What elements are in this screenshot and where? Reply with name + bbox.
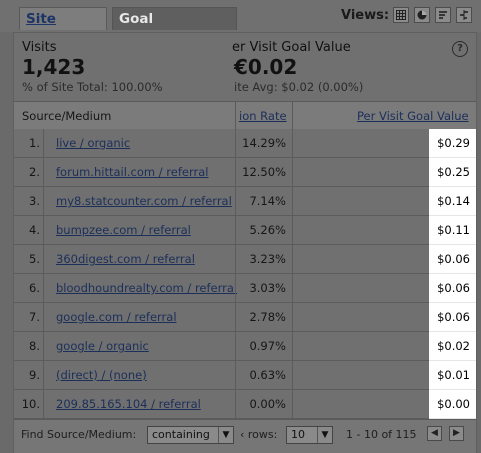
- row-number: 3.: [29, 194, 40, 208]
- source-medium-link[interactable]: (direct) / (none): [56, 368, 147, 382]
- conversion-rate: 5.26%: [249, 223, 286, 237]
- conversion-rate: 3.23%: [249, 252, 286, 266]
- goal-value-text: $0.06: [437, 281, 470, 295]
- bar-view-icon[interactable]: [435, 7, 451, 23]
- row-number: 8.: [29, 339, 40, 353]
- header-goal-value[interactable]: Per Visit Goal Value: [357, 109, 469, 123]
- pagination-range: 1 - 10 of 115: [346, 428, 417, 441]
- goal-value-cell: $0.29: [429, 129, 476, 158]
- source-medium-link[interactable]: live / organic: [56, 136, 130, 150]
- pie-view-icon[interactable]: [414, 7, 430, 23]
- goal-value-text: $0.06: [437, 252, 470, 266]
- table-row: 3. my8.statcounter.com / referral 7.14%: [14, 187, 429, 216]
- header-source: Source/Medium: [22, 109, 112, 123]
- goal-value-text: $0.06: [437, 310, 470, 324]
- column-divider: [235, 129, 236, 419]
- row-number: 7.: [29, 310, 40, 324]
- goal-value-cell: $0.06: [429, 303, 476, 332]
- source-medium-link[interactable]: bloodhoundrealty.com / referral: [56, 281, 237, 295]
- goal-value-cell: $0.02: [429, 332, 476, 361]
- table-footer: Find Source/Medium: containing ▼ ‹ rows:…: [14, 419, 476, 453]
- table-view-icon[interactable]: [393, 7, 409, 23]
- rows-select[interactable]: 10 ▼: [286, 426, 333, 444]
- conversion-rate: 7.14%: [249, 194, 286, 208]
- source-medium-link[interactable]: 209.85.165.104 / referral: [56, 397, 201, 411]
- row-number: 9.: [29, 368, 40, 382]
- row-number: 10.: [21, 397, 40, 411]
- goal-value-text: $0.01: [437, 368, 470, 382]
- rows-label: ‹ rows:: [240, 428, 278, 441]
- goal-value-cell: $0.14: [429, 187, 476, 216]
- help-icon[interactable]: ?: [452, 41, 468, 57]
- report-panel: Visits 1,423 % of Site Total: 100.00% er…: [13, 32, 477, 453]
- goal-value-cell: $0.06: [429, 274, 476, 303]
- tab-goal-conversion[interactable]: Goal Conversion: [112, 7, 237, 50]
- goal-value-cell: $0.11: [429, 216, 476, 245]
- next-page-icon[interactable]: ▶: [449, 426, 464, 441]
- filter-mode-value: containing: [152, 428, 210, 441]
- conversion-rate: 12.50%: [242, 165, 286, 179]
- header-divider: [235, 102, 236, 130]
- conversion-rate: 0.97%: [249, 339, 286, 353]
- table-row: 10. 209.85.165.104 / referral 0.00%: [14, 390, 429, 419]
- chevron-down-icon: ▼: [218, 427, 233, 443]
- column-divider: [43, 129, 44, 419]
- header-divider: [292, 102, 293, 130]
- table-row: 7. google.com / referral 2.78%: [14, 303, 429, 332]
- visits-label: Visits: [22, 40, 57, 55]
- goal-value-cell: $0.01: [429, 361, 476, 390]
- rows-value: 10: [291, 428, 305, 441]
- row-number: 6.: [29, 281, 40, 295]
- goal-value-text: $0.25: [437, 165, 470, 179]
- prev-page-icon[interactable]: ◀: [427, 426, 442, 441]
- header-rate[interactable]: ion Rate: [239, 109, 287, 123]
- row-number: 5.: [29, 252, 40, 266]
- goal-value-text: $0.29: [437, 136, 470, 150]
- table-row: 8. google / organic 0.97%: [14, 332, 429, 361]
- goal-value-label: er Visit Goal Value: [232, 40, 351, 55]
- visits-value: 1,423: [22, 55, 86, 79]
- conversion-rate: 0.00%: [249, 397, 286, 411]
- source-medium-link[interactable]: bumpzee.com / referral: [56, 223, 191, 237]
- source-medium-link[interactable]: my8.statcounter.com / referral: [56, 194, 232, 208]
- table-row: 5. 360digest.com / referral 3.23%: [14, 245, 429, 274]
- table-row: 9. (direct) / (none) 0.63%: [14, 361, 429, 390]
- source-medium-link[interactable]: 360digest.com / referral: [56, 252, 195, 266]
- find-label: Find Source/Medium:: [21, 428, 137, 441]
- row-number: 4.: [29, 223, 40, 237]
- conversion-rate: 14.29%: [242, 136, 286, 150]
- source-medium-link[interactable]: google / organic: [56, 339, 149, 353]
- goal-value-sub: ite Avg: $0.02 (0.00%): [234, 80, 364, 94]
- goal-value-cell: $0.06: [429, 245, 476, 274]
- goal-value-text: $0.14: [437, 194, 470, 208]
- summary-section: Visits 1,423 % of Site Total: 100.00% er…: [14, 33, 476, 101]
- conversion-rate: 2.78%: [249, 310, 286, 324]
- table-row: 4. bumpzee.com / referral 5.26%: [14, 216, 429, 245]
- table-row: 6. bloodhoundrealty.com / referral 3.03%: [14, 274, 429, 303]
- table-row: 1. live / organic 14.29%: [14, 129, 429, 158]
- tab-bar: Site Usage Goal Conversion Views:: [0, 0, 481, 50]
- chevron-down-icon: ▼: [317, 427, 332, 443]
- row-number: 2.: [29, 165, 40, 179]
- tab-site-usage[interactable]: Site Usage: [19, 7, 107, 50]
- visits-sub: % of Site Total: 100.00%: [22, 80, 163, 94]
- comparison-view-icon[interactable]: [456, 7, 472, 23]
- goal-value-text: $0.02: [437, 339, 470, 353]
- source-medium-link[interactable]: google.com / referral: [56, 310, 177, 324]
- filter-mode-select[interactable]: containing ▼: [147, 426, 234, 444]
- views-label: Views:: [341, 8, 390, 23]
- goal-value-text: $0.11: [437, 223, 470, 237]
- goal-value: €0.02: [234, 55, 298, 79]
- column-divider: [292, 129, 293, 419]
- conversion-rate: 3.03%: [249, 281, 286, 295]
- goal-value-cell: $0.25: [429, 158, 476, 187]
- conversion-rate: 0.63%: [249, 368, 286, 382]
- goal-value-cell: $0.00: [429, 390, 476, 419]
- row-number: 1.: [29, 136, 40, 150]
- table-header: Source/Medium ion Rate Per Visit Goal Va…: [14, 101, 476, 131]
- source-medium-link[interactable]: forum.hittail.com / referral: [56, 165, 208, 179]
- goal-value-text: $0.00: [437, 397, 470, 411]
- table-row: 2. forum.hittail.com / referral 12.50%: [14, 158, 429, 187]
